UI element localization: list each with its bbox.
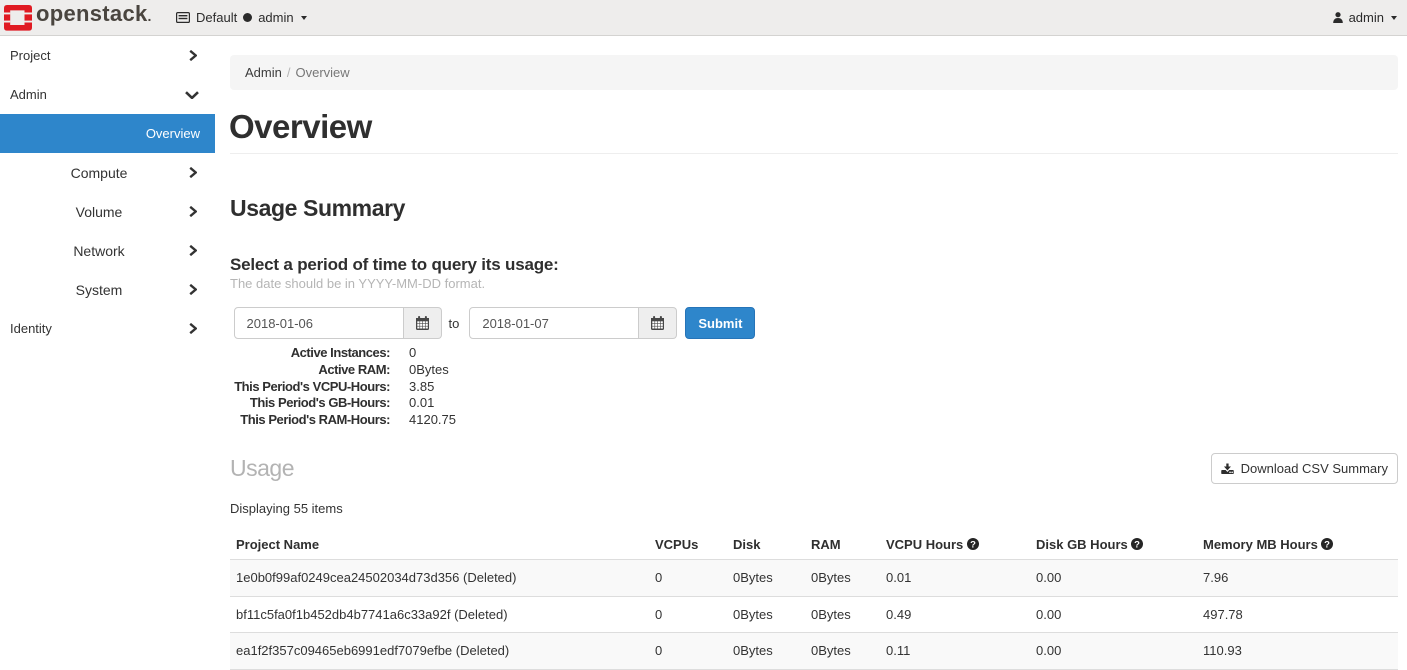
svg-text:?: ? [1325, 540, 1331, 551]
svg-text:?: ? [1134, 540, 1140, 551]
svg-text:?: ? [970, 540, 976, 551]
